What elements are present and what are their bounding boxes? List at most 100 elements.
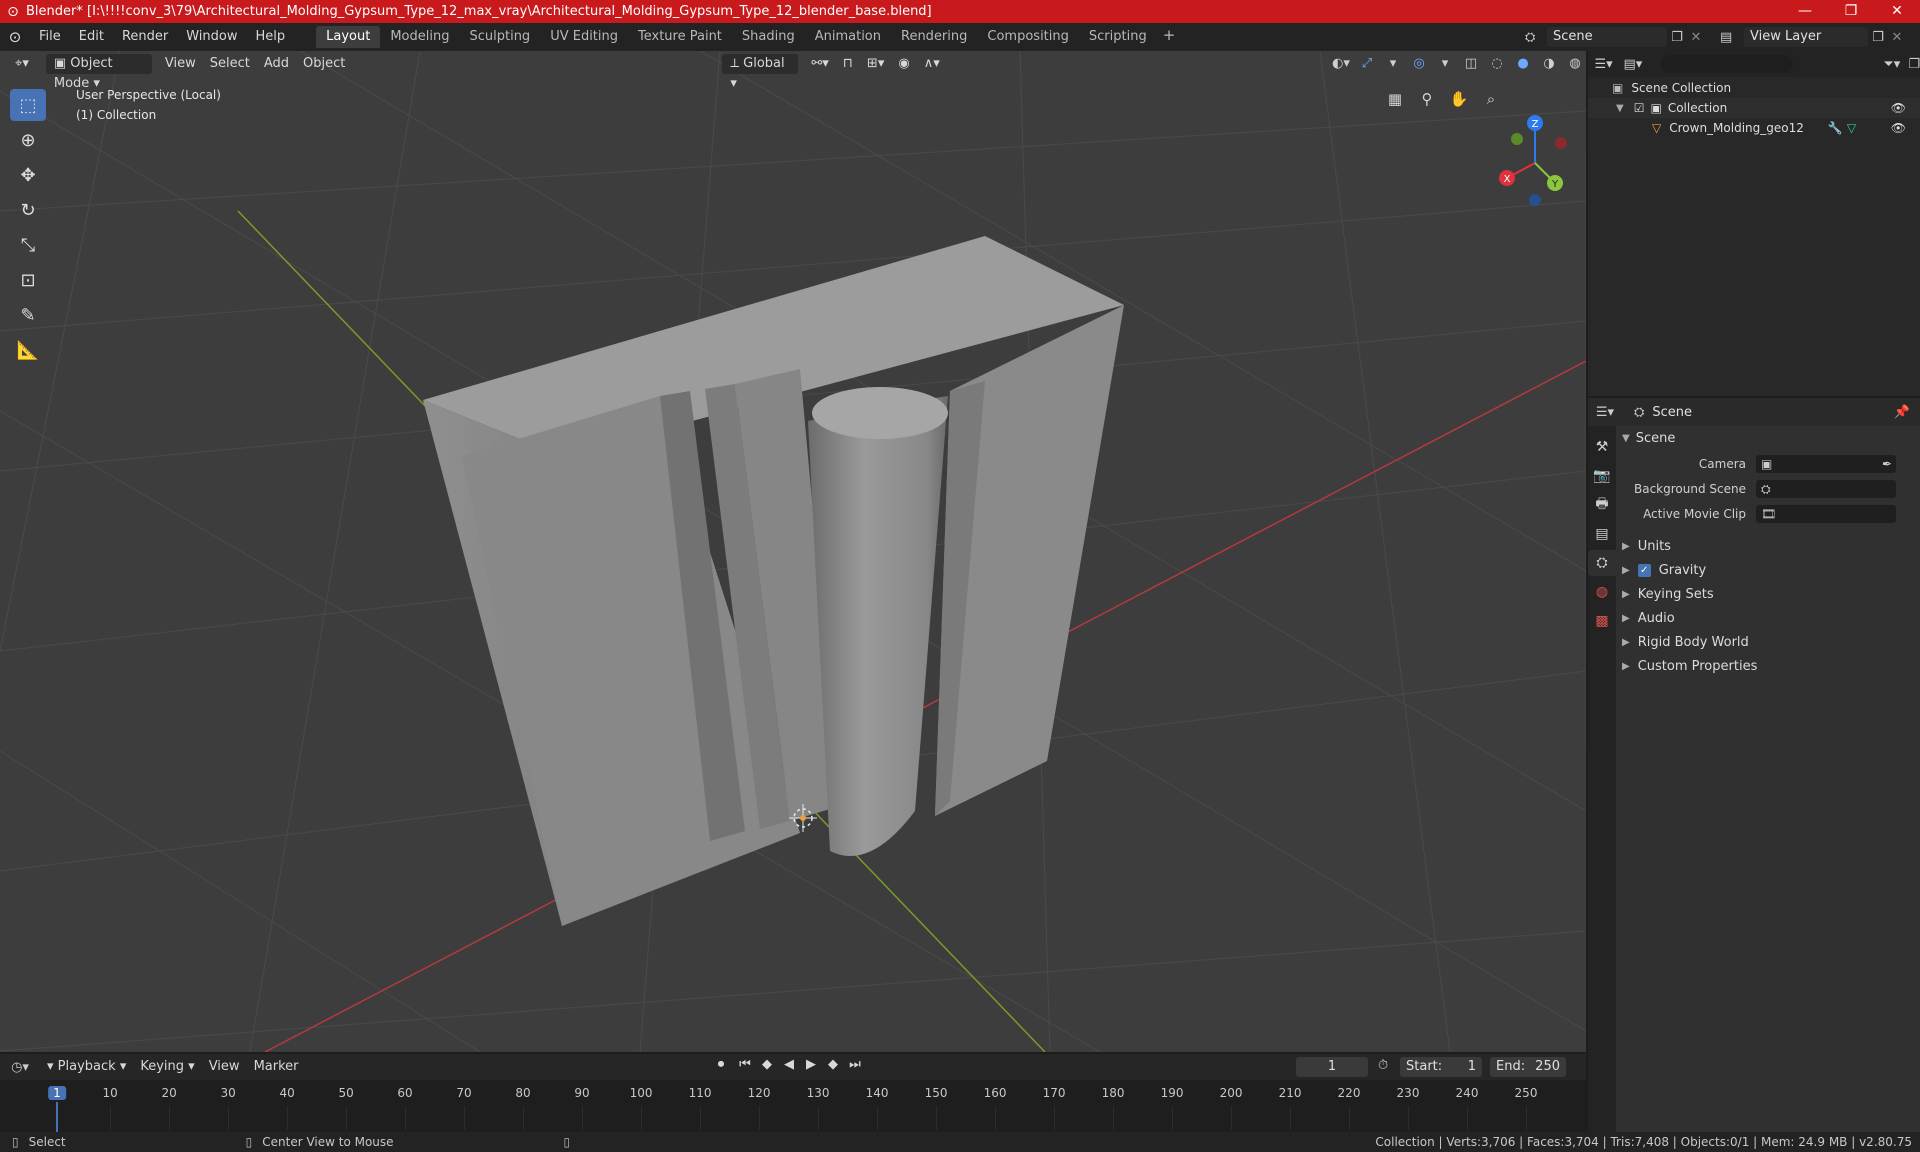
overlay-dropdown-icon[interactable]: ▾ [1434, 54, 1456, 74]
scale-tool-icon[interactable]: ⤡ [10, 229, 46, 261]
editor-type-icon[interactable]: ⌖▾ [8, 54, 36, 74]
new-scene-icon[interactable]: ❐ [1667, 30, 1687, 45]
world-tab-icon[interactable]: ◍ [1588, 579, 1616, 605]
outliner-scene-collection[interactable]: ▣ Scene Collection [1588, 78, 1920, 98]
menu-keying[interactable]: Keying ▾ [133, 1057, 201, 1077]
menu-file[interactable]: File [30, 26, 70, 48]
rendered-shading-icon[interactable]: ◍ [1564, 54, 1586, 74]
material-shading-icon[interactable]: ◑ [1538, 54, 1560, 74]
measure-tool-icon[interactable]: 📐 [10, 334, 46, 366]
pan-hand-icon[interactable]: ✋ [1447, 87, 1471, 111]
solid-shading-icon[interactable]: ● [1512, 54, 1534, 74]
snap-target-icon[interactable]: ⊞▾ [860, 54, 891, 74]
pin-icon[interactable]: 📌 [1894, 405, 1910, 420]
tab-rendering[interactable]: Rendering [891, 26, 977, 48]
select-box-tool-icon[interactable]: ⬚ [10, 89, 46, 121]
exclude-checkbox[interactable]: ☑ [1634, 101, 1645, 115]
display-mode-icon[interactable]: ▤▾ [1619, 57, 1647, 72]
expand-arrow-icon[interactable]: ▼ [1616, 103, 1624, 114]
eyedropper-icon[interactable]: ✒ [1882, 457, 1892, 471]
tab-shading[interactable]: Shading [732, 26, 805, 48]
cursor-tool-icon[interactable]: ⊕ [10, 124, 46, 156]
menu-help[interactable]: Help [247, 26, 295, 48]
record-icon[interactable]: ⏺ [710, 1057, 732, 1072]
texture-tab-icon[interactable]: ▩ [1588, 608, 1616, 634]
keying-sets-panel[interactable]: ▶ Keying Sets [1618, 582, 1918, 606]
tab-uv-editing[interactable]: UV Editing [540, 26, 628, 48]
outliner-collection[interactable]: ▼ ☑ ▣ Collection 👁 [1588, 98, 1920, 118]
playhead[interactable] [56, 1102, 58, 1132]
start-frame-field[interactable]: Start: 1 [1400, 1057, 1482, 1077]
object-visibility-eye-icon[interactable]: 👁 [1891, 121, 1906, 135]
zoom-icon[interactable]: ⌕ [1479, 87, 1503, 111]
background-scene-field[interactable]: ⛭ [1756, 480, 1896, 498]
rotate-tool-icon[interactable]: ↻ [10, 194, 46, 226]
view-layer-icon[interactable]: ▤ [1720, 30, 1744, 45]
menu-timeline-view[interactable]: View [202, 1057, 247, 1077]
3d-viewport[interactable]: Z X Y ⌖▾ ▣ Object Mode ▾ View Select Add… [0, 51, 1586, 1052]
minimize-button[interactable]: — [1782, 0, 1828, 23]
scene-name-field[interactable]: Scene [1547, 27, 1667, 47]
transform-tool-icon[interactable]: ⊡ [10, 264, 46, 296]
play-reverse-icon[interactable]: ◀ [780, 1057, 798, 1072]
camera-field[interactable]: ▣ ✒ [1756, 455, 1896, 473]
end-frame-field[interactable]: End: 250 [1490, 1057, 1566, 1077]
menu-marker[interactable]: Marker [247, 1057, 306, 1077]
menu-object[interactable]: Object [296, 54, 352, 74]
rigid-body-world-panel[interactable]: ▶ Rigid Body World [1618, 630, 1918, 654]
menu-edit[interactable]: Edit [70, 26, 113, 48]
scene-panel-header[interactable]: ▼ Scene [1618, 426, 1918, 450]
scene-tab-icon[interactable]: ⛭ [1588, 550, 1616, 576]
toggle-camera-grid-icon[interactable]: ▦ [1383, 87, 1407, 111]
xray-icon[interactable]: ◫ [1460, 54, 1482, 74]
gizmo-toggle-icon[interactable]: ⤢ [1356, 54, 1378, 74]
move-tool-icon[interactable]: ✥ [10, 159, 46, 191]
gizmo-dropdown-icon[interactable]: ▾ [1382, 54, 1404, 74]
stopwatch-icon[interactable]: ⏱ [1378, 1058, 1388, 1073]
tab-modeling[interactable]: Modeling [380, 26, 459, 48]
falloff-icon[interactable]: ∧▾ [917, 54, 947, 74]
modifier-wrench-icon[interactable]: 🔧 [1828, 121, 1843, 135]
snap-icon[interactable]: ⊓ [836, 54, 860, 74]
transform-orientation-dropdown[interactable]: ⟂ Global ▾ [722, 54, 799, 91]
outliner-object-row[interactable]: ▽ Crown_Molding_geo12 🔧 ▽ 👁 [1588, 118, 1920, 138]
proportional-edit-icon[interactable]: ◉ [891, 54, 916, 74]
pivot-icon[interactable]: ⚯▾ [804, 54, 835, 74]
menu-window[interactable]: Window [177, 26, 246, 48]
properties-editor-icon[interactable]: ☰▾ [1588, 405, 1622, 420]
filter-icon[interactable]: ⏷▾ [1883, 57, 1900, 72]
gravity-panel[interactable]: ▶ ✓ Gravity [1618, 558, 1918, 582]
mesh-data-icon[interactable]: ▽ [1847, 121, 1856, 135]
output-tab-icon[interactable]: 🖶 [1588, 492, 1616, 518]
camera-view-icon[interactable]: ⚲ [1415, 87, 1439, 111]
overlay-toggle-icon[interactable]: ◎ [1408, 54, 1430, 74]
active-movie-clip-field[interactable]: 🎞 [1756, 505, 1896, 523]
jump-end-icon[interactable]: ⏭ [846, 1057, 864, 1072]
close-button[interactable]: ✕ [1874, 0, 1920, 23]
tab-scripting[interactable]: Scripting [1079, 26, 1157, 48]
units-panel[interactable]: ▶ Units [1618, 534, 1918, 558]
annotate-tool-icon[interactable]: ✎ [10, 299, 46, 331]
prev-keyframe-icon[interactable]: ◆ [758, 1057, 776, 1072]
menu-add[interactable]: Add [257, 54, 296, 74]
delete-scene-icon[interactable]: ✕ [1687, 30, 1705, 45]
new-collection-icon[interactable]: ❐ [1908, 57, 1920, 72]
menu-playback[interactable]: ▾ Playback ▾ [40, 1057, 133, 1077]
render-tab-icon[interactable]: 📷 [1588, 463, 1616, 489]
tab-compositing[interactable]: Compositing [977, 26, 1079, 48]
jump-start-icon[interactable]: ⏮ [736, 1057, 754, 1072]
menu-view[interactable]: View [158, 54, 203, 74]
custom-properties-panel[interactable]: ▶ Custom Properties [1618, 654, 1918, 678]
scene-icon[interactable]: ⛭ [1525, 30, 1547, 45]
current-frame-field[interactable]: 1 [1296, 1057, 1368, 1077]
menu-render[interactable]: Render [113, 26, 177, 48]
tab-layout[interactable]: Layout [316, 26, 381, 48]
tab-sculpting[interactable]: Sculpting [459, 26, 540, 48]
next-keyframe-icon[interactable]: ◆ [824, 1057, 842, 1072]
tab-animation[interactable]: Animation [805, 26, 891, 48]
collection-visibility-eye-icon[interactable]: 👁 [1891, 101, 1906, 115]
menu-select[interactable]: Select [203, 54, 257, 74]
view-layer-tab-icon[interactable]: ▤ [1588, 521, 1616, 547]
object-mode-dropdown[interactable]: ▣ Object Mode ▾ [45, 54, 152, 91]
view-layer-field[interactable]: View Layer [1744, 27, 1868, 47]
